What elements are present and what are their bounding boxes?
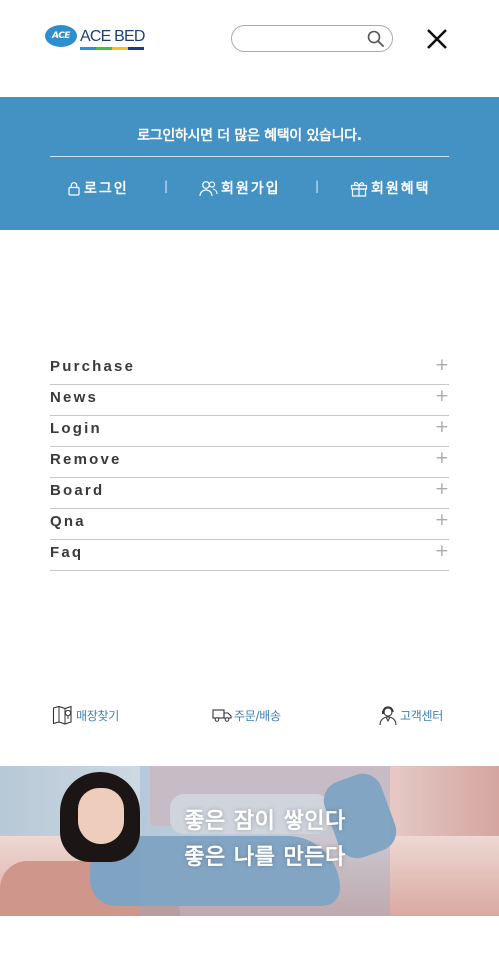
login-benefit-message: 로그인하시면 더 많은 혜택이 있습니다. (137, 128, 362, 144)
agent-icon (379, 705, 397, 725)
logo-color-bars (80, 47, 144, 51)
banner-slogan-line-2: 좋은 나를 만든다 (184, 845, 346, 870)
menu-item-label: Login (50, 420, 102, 437)
search-input[interactable] (242, 29, 362, 48)
banner-slogan: 좋은 잠이 쌓인다 좋은 나를 만든다 (150, 804, 380, 876)
menu-item-login[interactable]: Login + (50, 416, 449, 447)
banner-slogan-line-1: 좋은 잠이 쌓인다 (184, 809, 346, 834)
users-icon (199, 180, 218, 196)
menu-item-label: Faq (50, 544, 84, 561)
menu-item-label: Purchase (50, 358, 136, 375)
logo-text: ACE BED (80, 28, 145, 45)
menu-item-remove[interactable]: Remove + (50, 447, 449, 478)
header: ACE ACE BED (0, 0, 499, 97)
gift-icon (350, 181, 368, 197)
menu-item-label: News (50, 389, 98, 406)
separator: | (164, 179, 169, 193)
menu-item-label: Board (50, 482, 105, 499)
menu-item-label: Qna (50, 513, 86, 530)
close-icon[interactable] (424, 26, 450, 52)
expand-plus-icon[interactable]: + (435, 357, 449, 374)
customer-center-link[interactable]: 고객센터 (378, 703, 443, 727)
search-icon[interactable] (366, 29, 386, 49)
join-link-label: 회원가입 (221, 181, 281, 197)
expand-plus-icon[interactable]: + (435, 450, 449, 467)
expand-plus-icon[interactable]: + (435, 388, 449, 405)
login-link[interactable]: 로그인 (67, 177, 129, 199)
customer-center-label: 고객센터 (400, 708, 443, 723)
login-banner: 로그인하시면 더 많은 혜택이 있습니다. 로그인 | 회원가입 | 회원혜택 (0, 97, 499, 230)
expand-plus-icon[interactable]: + (435, 512, 449, 529)
store-finder-label: 매장찾기 (76, 708, 119, 723)
quick-links: 매장찾기 주문/배송 고객센터 (0, 703, 499, 727)
login-link-label: 로그인 (84, 181, 129, 197)
member-benefit-label: 회원혜택 (371, 181, 431, 197)
expand-plus-icon[interactable]: + (435, 543, 449, 560)
member-benefit-link[interactable]: 회원혜택 (350, 177, 431, 199)
logo-badge: ACE (45, 25, 77, 47)
promo-banner[interactable]: 좋은 잠이 쌓인다 좋은 나를 만든다 (0, 766, 499, 916)
expand-plus-icon[interactable]: + (435, 481, 449, 498)
menu-item-qna[interactable]: Qna + (50, 509, 449, 540)
account-links: 로그인 | 회원가입 | 회원혜택 (0, 177, 499, 199)
order-delivery-link[interactable]: 주문/배송 (212, 703, 281, 727)
menu-item-board[interactable]: Board + (50, 478, 449, 509)
ace-bed-logo[interactable]: ACE ACE BED (45, 24, 147, 52)
map-icon (52, 705, 72, 725)
lock-icon (68, 181, 80, 196)
menu-item-faq[interactable]: Faq + (50, 540, 449, 571)
menu-item-purchase[interactable]: Purchase + (50, 354, 449, 385)
banner-model-face (78, 788, 124, 844)
order-delivery-label: 주문/배송 (234, 708, 281, 723)
menu-item-news[interactable]: News + (50, 385, 449, 416)
join-link[interactable]: 회원가입 (199, 177, 281, 199)
store-finder-link[interactable]: 매장찾기 (52, 703, 119, 727)
separator: | (315, 179, 320, 193)
expand-plus-icon[interactable]: + (435, 419, 449, 436)
category-menu: Purchase + News + Login + Remove + Board… (50, 354, 449, 571)
truck-icon (212, 709, 232, 722)
search-box (231, 25, 393, 52)
divider (50, 156, 449, 157)
menu-item-label: Remove (50, 451, 122, 468)
